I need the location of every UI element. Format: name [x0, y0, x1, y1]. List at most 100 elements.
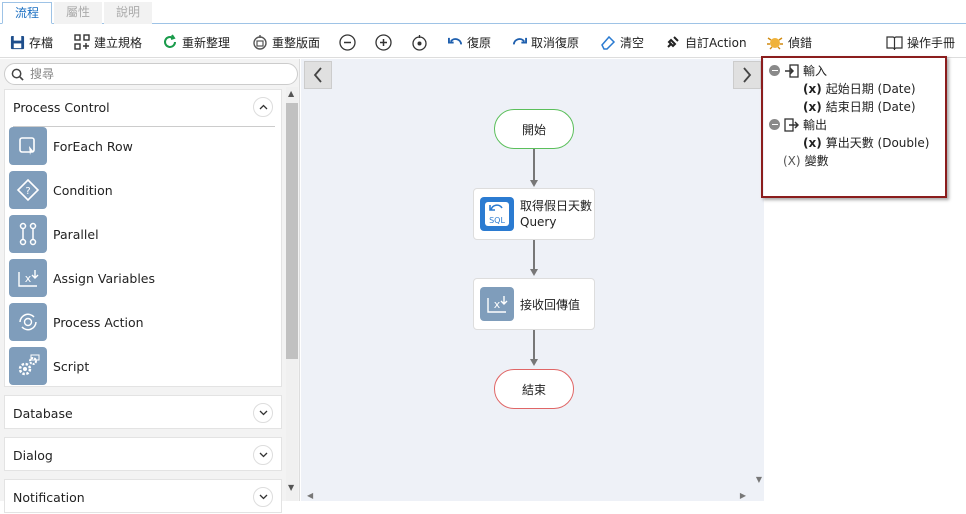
component-label: Script [53, 358, 90, 374]
parallel-icon [9, 215, 47, 253]
start-node[interactable]: 開始 [494, 109, 574, 149]
input-group[interactable]: 輸入 [769, 62, 827, 79]
chevron-down-icon[interactable] [253, 403, 273, 423]
assign-step-title: 接收回傳值 [520, 297, 581, 312]
chevron-left-icon [313, 67, 322, 83]
query-step-type: Query [520, 215, 557, 229]
database-title: Database [13, 405, 73, 421]
query-step-text: 取得假日天數 Query [520, 198, 592, 230]
tab-bar: 流程 屬性 說明 [0, 0, 966, 24]
chevron-up-icon[interactable] [253, 97, 273, 117]
variable-label: 結束日期 (Date) [825, 100, 916, 114]
relayout-label: 重整版面 [272, 35, 321, 50]
output-variable[interactable]: (x) 算出天數 (Double) [803, 134, 929, 151]
variables-label: 變數 [804, 154, 829, 168]
zoom-out-button[interactable] [339, 33, 356, 51]
component-label: Assign Variables [53, 270, 156, 286]
component-condition[interactable]: ? Condition [9, 170, 113, 210]
dialog-panel[interactable]: Dialog [4, 437, 282, 471]
input-variable[interactable]: (x) 結束日期 (Date) [803, 98, 916, 115]
sidebar-scroll-thumb[interactable] [286, 103, 298, 359]
svg-text:x: x [494, 298, 501, 311]
relayout-icon [253, 35, 267, 50]
scroll-down-icon[interactable]: ▼ [288, 483, 294, 492]
foreach-row-icon [9, 127, 47, 165]
process-action-icon [9, 303, 47, 341]
undo-label: 復原 [467, 35, 492, 50]
zoom-out-icon [339, 33, 356, 51]
scroll-right-icon[interactable]: ▶ [740, 491, 746, 500]
collapse-icon[interactable] [769, 65, 780, 76]
redo-icon [512, 37, 527, 45]
query-step-node[interactable]: SQL 取得假日天數 Query [473, 188, 595, 240]
eraser-icon [601, 35, 616, 50]
svg-text:SQL: SQL [489, 216, 505, 225]
variable-label: 算出天數 (Double) [825, 136, 930, 150]
tab-description[interactable]: 說明 [104, 2, 153, 24]
tab-flow[interactable]: 流程 [2, 2, 53, 24]
manual-button[interactable]: 操作手冊 [886, 33, 955, 51]
process-control-header[interactable]: Process Control [5, 90, 281, 124]
chevron-down-icon[interactable] [253, 445, 273, 465]
scroll-down-icon[interactable]: ▼ [756, 475, 762, 484]
sql-icon: SQL [480, 197, 514, 231]
reorganize-label: 重新整理 [182, 35, 231, 50]
scroll-up-icon[interactable]: ▲ [288, 89, 294, 98]
arrow-head [530, 180, 538, 187]
canvas-scrollbar-horizontal[interactable]: ◀ ▶ ▼ [301, 475, 764, 501]
clear-button[interactable]: 清空 [600, 33, 644, 51]
component-script[interactable]: Script [9, 346, 89, 386]
save-label: 存檔 [29, 35, 54, 50]
build-spec-label: 建立規格 [94, 35, 143, 50]
zoom-in-button[interactable] [375, 33, 392, 51]
undo-icon [448, 37, 463, 45]
collapse-icon[interactable] [769, 119, 780, 130]
build-spec-button[interactable]: 建立規格 [74, 33, 142, 51]
start-label: 開始 [521, 122, 546, 137]
variable-icon: (X) [783, 153, 801, 168]
variables-group[interactable]: (X) 變數 [783, 152, 829, 169]
debug-button[interactable]: 偵錯 [766, 33, 812, 51]
fit-view-icon [412, 34, 427, 51]
process-control-panel: Process Control ForEach Row ? Condition … [4, 89, 282, 387]
collapse-right-button[interactable] [733, 61, 761, 89]
refresh-icon [164, 34, 176, 48]
notification-panel[interactable]: Notification [4, 479, 282, 513]
input-label: 輸入 [803, 64, 828, 78]
assign-step-node[interactable]: x 接收回傳值 [473, 278, 595, 330]
fit-view-button[interactable] [411, 33, 428, 51]
search-icon [11, 68, 24, 81]
save-button[interactable]: 存檔 [10, 33, 53, 51]
end-node[interactable]: 結束 [494, 369, 574, 409]
dialog-title: Dialog [13, 447, 53, 463]
output-group[interactable]: 輸出 [769, 116, 827, 133]
custom-action-label: 自訂Action [685, 35, 747, 50]
search-input[interactable] [30, 67, 270, 81]
scroll-left-icon[interactable]: ◀ [307, 491, 313, 500]
component-process-action[interactable]: Process Action [9, 302, 144, 342]
connector [533, 149, 535, 181]
redo-button[interactable]: 取消復原 [512, 33, 579, 51]
collapse-left-button[interactable] [304, 61, 332, 89]
flow-canvas[interactable]: 開始 SQL 取得假日天數 Query x 接收回傳值 結束 ◀ ▶ ▼ [301, 59, 764, 501]
component-assign-variables[interactable]: x Assign Variables [9, 258, 155, 298]
database-panel[interactable]: Database [4, 395, 282, 429]
process-control-title: Process Control [13, 99, 110, 115]
input-variable[interactable]: (x) 起始日期 (Date) [803, 80, 916, 97]
variable-label: 起始日期 (Date) [825, 82, 916, 96]
output-label: 輸出 [803, 118, 828, 132]
toolbar: 存檔 建立規格 重新整理 重整版面 復原 取消復原 清空 自訂Action 偵錯 [0, 25, 966, 58]
tab-properties[interactable]: 屬性 [54, 2, 103, 24]
component-foreach-row[interactable]: ForEach Row [9, 126, 133, 166]
component-sidebar: Process Control ForEach Row ? Condition … [0, 59, 300, 513]
reorganize-button[interactable]: 重新整理 [162, 33, 230, 51]
notification-title: Notification [13, 489, 85, 505]
relayout-button[interactable]: 重整版面 [252, 33, 320, 51]
custom-action-button[interactable]: 自訂Action [665, 33, 747, 51]
end-label: 結束 [521, 382, 546, 397]
component-parallel[interactable]: Parallel [9, 214, 99, 254]
component-label: Process Action [53, 314, 144, 330]
chevron-down-icon[interactable] [253, 487, 273, 507]
script-icon [9, 347, 47, 385]
undo-button[interactable]: 復原 [448, 33, 491, 51]
